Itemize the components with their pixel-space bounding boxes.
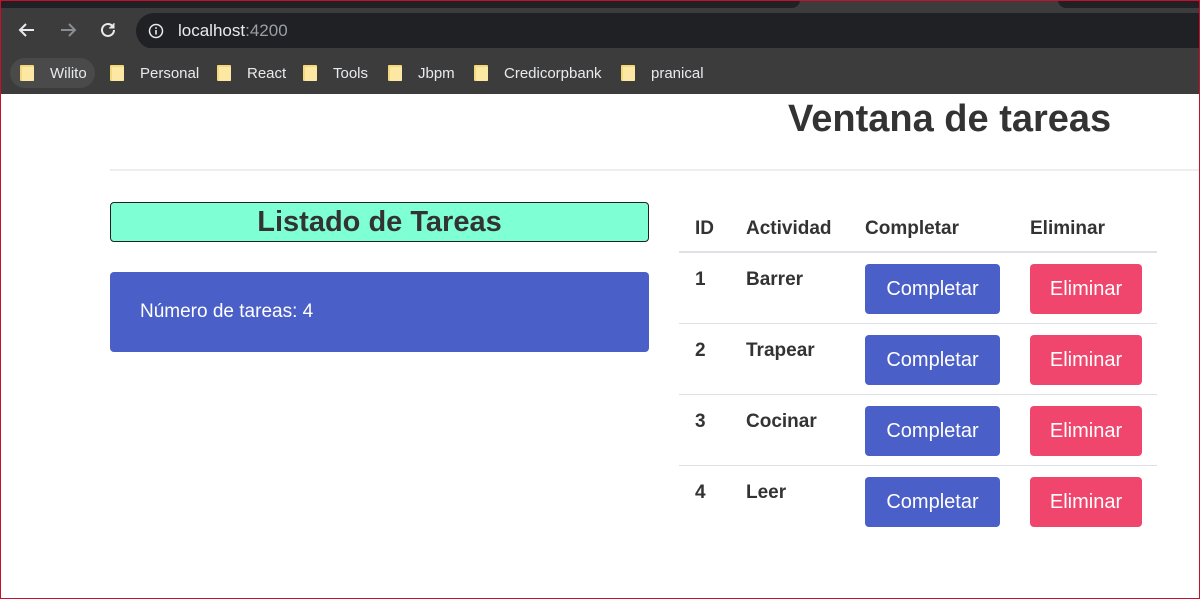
task-activity: Trapear xyxy=(746,323,865,395)
complete-cell: Completar xyxy=(865,323,1030,395)
arrow-left-icon xyxy=(18,23,34,37)
task-activity: Barrer xyxy=(746,252,865,324)
complete-button[interactable]: Completar xyxy=(865,334,1000,385)
url-text: localhost:4200 xyxy=(178,21,288,41)
bookmark-folder[interactable]: React xyxy=(207,58,294,88)
bookmark-folder[interactable]: Personal xyxy=(100,58,207,88)
bookmark-label: Personal xyxy=(140,64,200,82)
address-bar[interactable]: localhost:4200 xyxy=(136,13,1200,49)
bookmark-label: pranical xyxy=(651,64,704,82)
table-row: 1 Barrer Completar Eliminar xyxy=(679,252,1157,324)
delete-cell: Eliminar xyxy=(1030,465,1157,536)
complete-cell: Completar xyxy=(865,394,1030,466)
bookmark-label: Credicorpbank xyxy=(504,64,602,82)
folder-icon xyxy=(621,65,635,81)
complete-cell: Completar xyxy=(865,252,1030,324)
task-activity: Cocinar xyxy=(746,394,865,466)
url-host: localhost xyxy=(178,21,246,40)
delete-cell: Eliminar xyxy=(1030,323,1157,395)
bookmark-folder[interactable]: Jbpm xyxy=(378,58,463,88)
table-row: 3 Cocinar Completar Eliminar xyxy=(679,394,1157,466)
bookmark-folder[interactable]: Credicorpbank xyxy=(464,58,610,88)
tab-strip xyxy=(0,0,800,8)
delete-button[interactable]: Eliminar xyxy=(1030,334,1142,385)
bookmark-folder[interactable]: Tools xyxy=(293,58,376,88)
back-button[interactable] xyxy=(15,18,39,42)
tab-strip xyxy=(1058,0,1200,8)
folder-icon xyxy=(388,65,402,81)
complete-cell: Completar xyxy=(865,465,1030,536)
delete-cell: Eliminar xyxy=(1030,394,1157,466)
bookmark-folder[interactable]: pranical xyxy=(611,58,712,88)
reload-icon xyxy=(101,22,115,37)
forward-button[interactable] xyxy=(56,18,80,42)
column-header-delete: Eliminar xyxy=(1030,206,1157,253)
delete-button[interactable]: Eliminar xyxy=(1030,476,1142,527)
bookmark-folder[interactable]: Wilito xyxy=(10,58,95,88)
folder-icon xyxy=(474,65,488,81)
task-id: 1 xyxy=(679,252,746,324)
column-header-complete: Completar xyxy=(865,206,1030,253)
table-row: 2 Trapear Completar Eliminar xyxy=(679,323,1157,395)
column-header-id: ID xyxy=(679,206,746,253)
task-id: 2 xyxy=(679,323,746,395)
complete-button[interactable]: Completar xyxy=(865,264,1000,314)
delete-button[interactable]: Eliminar xyxy=(1030,264,1142,314)
complete-button[interactable]: Completar xyxy=(865,405,1000,456)
bookmark-label: React xyxy=(247,64,287,82)
divider xyxy=(110,169,1200,171)
delete-button[interactable]: Eliminar xyxy=(1030,405,1142,456)
task-list-heading: Listado de Tareas xyxy=(110,202,649,242)
task-count-card: Número de tareas: 4 xyxy=(110,272,649,352)
info-icon[interactable] xyxy=(148,23,164,39)
page-title: Ventana de tareas xyxy=(788,98,1112,140)
reload-button[interactable] xyxy=(96,18,120,42)
bookmarks-bar: Wilito Personal React Tools Jbpm Credico… xyxy=(0,48,1200,94)
bookmark-label: Wilito xyxy=(50,64,87,82)
task-table: ID Actividad Completar Eliminar 1 Barrer… xyxy=(679,206,1157,536)
task-id: 4 xyxy=(695,481,706,503)
complete-button[interactable]: Completar xyxy=(865,476,1000,527)
delete-cell: Eliminar xyxy=(1030,252,1157,324)
url-port: :4200 xyxy=(245,21,288,40)
bookmark-label: Tools xyxy=(333,64,369,82)
task-id: 3 xyxy=(679,394,746,466)
column-header-activity: Actividad xyxy=(746,206,865,253)
folder-icon xyxy=(110,65,124,81)
arrow-right-icon xyxy=(61,23,77,37)
task-activity: Leer xyxy=(746,481,787,503)
folder-icon xyxy=(303,65,317,81)
folder-icon xyxy=(20,65,34,81)
table-header-row: ID Actividad Completar Eliminar xyxy=(679,206,1157,253)
bookmark-label: Jbpm xyxy=(418,64,455,82)
page-content: Ventana de tareas Listado de Tareas Núme… xyxy=(0,94,1200,599)
table-row: 4 Leer Completar Eliminar xyxy=(679,465,1157,536)
folder-icon xyxy=(217,65,231,81)
